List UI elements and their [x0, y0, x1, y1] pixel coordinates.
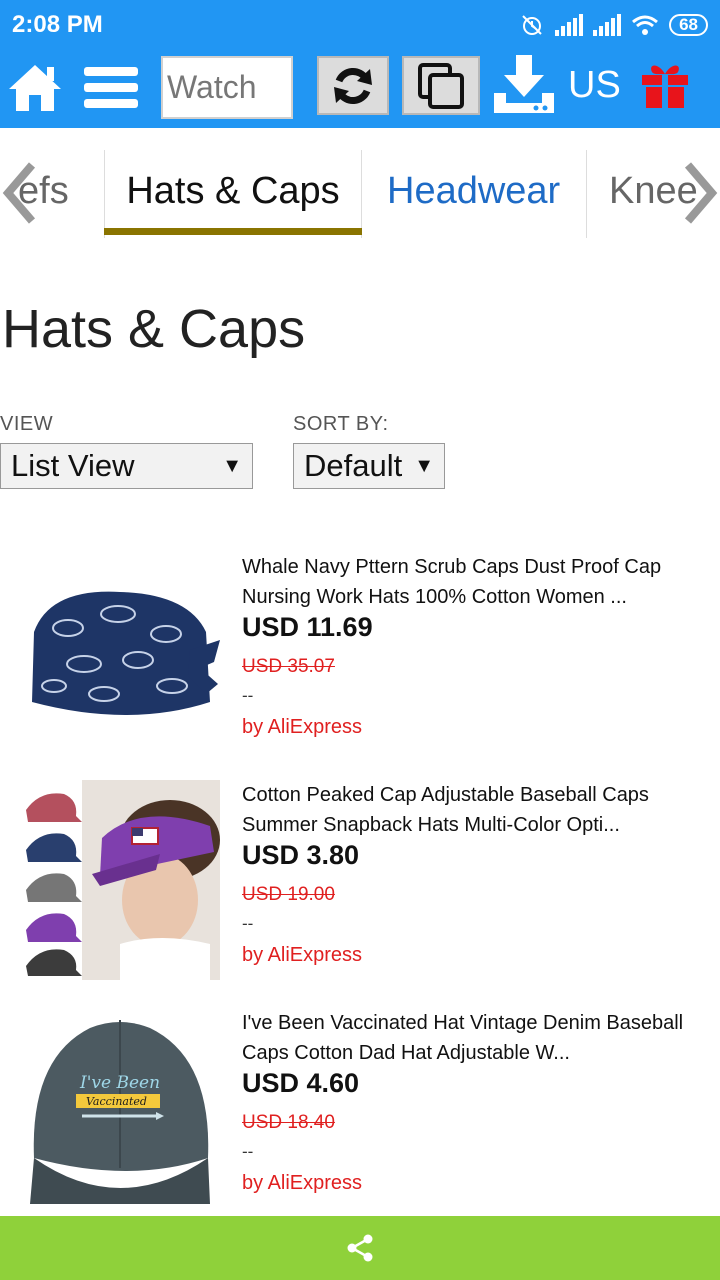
refresh-button[interactable]: [317, 56, 389, 115]
download-icon: [494, 55, 554, 113]
home-button[interactable]: [6, 58, 64, 116]
toolbar: US: [0, 50, 720, 128]
sort-select-value: Default: [304, 448, 403, 483]
refresh-icon: [334, 67, 372, 104]
chevron-left-icon: [2, 162, 36, 224]
alarm-off-icon: [522, 15, 542, 35]
status-time: 2:08 PM: [12, 11, 103, 38]
product-price: USD 11.69: [242, 612, 373, 642]
share-bar[interactable]: [0, 1216, 720, 1280]
cap-print-text: I've Been: [79, 1073, 160, 1093]
status-bar: 2:08 PM 68: [0, 0, 720, 50]
product-price: USD 3.80: [242, 840, 360, 870]
gift-icon: [642, 65, 688, 108]
copy-button[interactable]: [402, 56, 480, 115]
page-title: Hats & Caps: [2, 299, 306, 359]
product-original-price: USD 19.00: [242, 884, 335, 905]
product-title[interactable]: Whale Navy Pttern Scrub Caps Dust Proof …: [242, 552, 702, 612]
download-button[interactable]: [491, 54, 557, 116]
hamburger-menu-icon: [84, 67, 138, 108]
battery-indicator: 68: [669, 14, 708, 36]
product-price: USD 4.60: [242, 1068, 360, 1098]
product-original-price: USD 35.07: [242, 656, 335, 677]
product-item[interactable]: I've Been Vaccinated I've Been Vaccinate…: [0, 1008, 720, 1228]
product-item[interactable]: Cotton Peaked Cap Adjustable Baseball Ca…: [0, 780, 720, 1000]
dropdown-arrow-icon: ▼: [414, 455, 434, 477]
chevron-right-icon: [684, 162, 718, 224]
dropdown-arrow-icon: ▼: [222, 455, 242, 477]
product-item[interactable]: Whale Navy Pttern Scrub Caps Dust Proof …: [0, 552, 720, 772]
active-tab-indicator: [104, 228, 362, 235]
product-source[interactable]: by AliExpress: [242, 1172, 362, 1195]
product-source[interactable]: by AliExpress: [242, 716, 362, 739]
product-rating-placeholder: --: [242, 1142, 254, 1161]
tab-hats-and-caps[interactable]: Hats & Caps: [104, 150, 362, 238]
cap-print-text: Vaccinated: [86, 1095, 147, 1108]
baseball-caps-image[interactable]: [20, 780, 220, 980]
watch-input[interactable]: [161, 56, 293, 119]
sort-label: SORT BY:: [293, 413, 389, 435]
signal-icon: [555, 14, 584, 36]
view-select-value: List View: [11, 448, 135, 483]
wifi-icon: [632, 15, 659, 35]
tab-headwear[interactable]: Headwear: [387, 150, 560, 238]
product-original-price: USD 18.40: [242, 1112, 335, 1133]
copy-icon: [418, 62, 464, 109]
view-select[interactable]: List View ▼: [0, 443, 253, 489]
product-source[interactable]: by AliExpress: [242, 944, 362, 967]
category-tabs: efs Hats & Caps Headwear Knee: [0, 128, 720, 238]
tabs-scroll-right-button[interactable]: [680, 158, 720, 228]
product-title[interactable]: Cotton Peaked Cap Adjustable Baseball Ca…: [242, 780, 702, 840]
home-icon: [9, 65, 61, 111]
gift-button[interactable]: [638, 58, 692, 112]
product-rating-placeholder: --: [242, 686, 254, 705]
share-icon[interactable]: [345, 1233, 375, 1263]
signal-icon: [593, 14, 622, 36]
status-icons: 68: [519, 10, 708, 40]
tabs-scroll-left-button[interactable]: [0, 158, 40, 228]
sort-select[interactable]: Default ▼: [293, 443, 445, 489]
region-label[interactable]: US: [568, 64, 621, 107]
navy-scrub-cap-image[interactable]: [20, 552, 220, 752]
view-label: VIEW: [0, 413, 54, 435]
product-rating-placeholder: --: [242, 914, 254, 933]
denim-cap-image[interactable]: I've Been Vaccinated: [20, 1008, 220, 1208]
menu-button[interactable]: [82, 60, 140, 116]
product-title[interactable]: I've Been Vaccinated Hat Vintage Denim B…: [242, 1008, 702, 1068]
